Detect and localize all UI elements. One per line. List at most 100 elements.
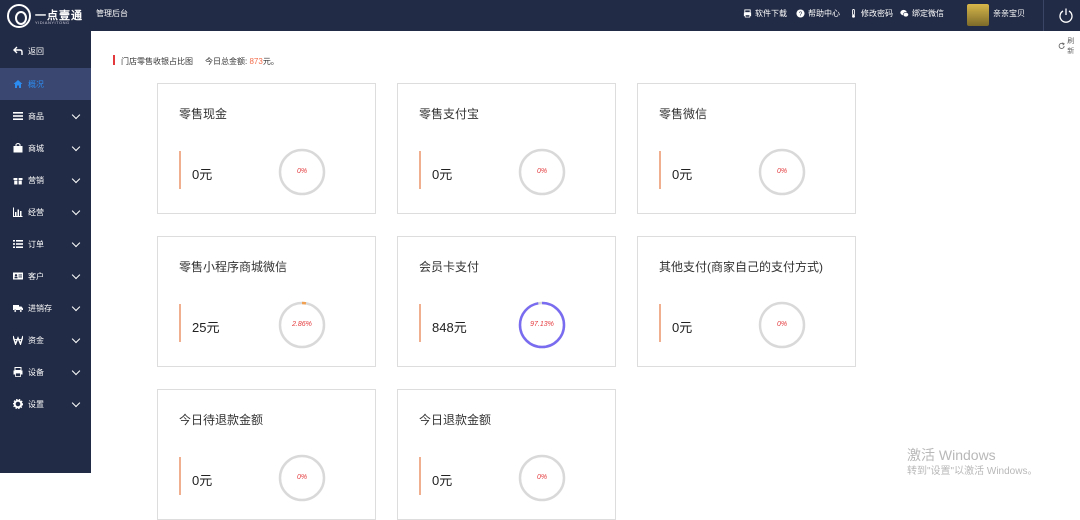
percent-ring: 97.13% [518,301,566,349]
percent-label: 2.86% [292,321,312,328]
refresh-icon [1058,42,1065,49]
sidebar-item-label: 资金 [28,335,44,345]
today-total-value: 873 [249,57,263,66]
today-total-label: 今日总金额: [205,57,250,66]
chevron-down-icon [71,206,81,216]
currency-icon [13,335,23,345]
card-retail-cash: 零售现金 0元 0% [157,83,376,214]
thermometer-icon [852,9,855,18]
card-accent-bar [659,151,661,189]
sidebar-item-operations[interactable]: 经营 [0,196,91,228]
sidebar-item-devices[interactable]: 设备 [0,356,91,388]
chevron-down-icon [71,334,81,344]
bar-chart-icon [13,207,23,217]
bind-wechat-link[interactable]: 绑定微信 [900,8,944,19]
download-software-link[interactable]: 软件下载 [743,8,787,19]
card-pending-refund: 今日待退款金额 0元 0% [157,389,376,520]
list-icon [13,112,23,120]
sidebar-item-mall[interactable]: 商城 [0,132,91,164]
card-accent-bar [179,304,181,342]
percent-label: 0% [536,168,548,175]
chevron-down-icon [71,238,81,248]
refresh-button[interactable]: 刷新 [1058,36,1080,56]
sidebar-item-label: 营销 [28,175,44,185]
chevron-down-icon [71,398,81,408]
change-password-link[interactable]: 修改密码 [849,8,893,19]
card-other-payment: 其他支付(商家自己的支付方式) 0元 0% [637,236,856,367]
percent-ring: 0% [758,148,806,196]
brand-subtitle: YIDIANYITONG [35,20,70,25]
percent-ring: 0% [278,454,326,502]
top-navbar: 一点壹通 YIDIANYITONG 管理后台 软件下载 ? 帮助中心 修改密码 … [0,0,1080,31]
card-accent-bar [419,304,421,342]
home-icon [13,80,23,88]
card-title: 会员卡支付 [419,260,480,274]
header-divider [1043,0,1044,31]
gift-icon [13,178,23,185]
percent-label: 97.13% [530,321,554,328]
help-center-label: 帮助中心 [808,9,840,18]
percent-label: 0% [776,321,788,328]
sidebar-item-label: 经营 [28,207,44,217]
svg-text:?: ? [799,11,803,18]
change-password-label: 修改密码 [861,9,893,18]
percent-label: 0% [296,168,308,175]
card-title: 零售支付宝 [419,107,480,121]
sidebar-item-orders[interactable]: 订单 [0,228,91,260]
sidebar-item-products[interactable]: 商品 [0,100,91,132]
card-retail-alipay: 零售支付宝 0元 0% [397,83,616,214]
username[interactable]: 亲亲宝贝 [993,8,1025,19]
percent-ring: 0% [278,148,326,196]
card-accent-bar [179,457,181,495]
card-amount: 0元 [432,167,453,182]
sidebar-item-label: 进销存 [28,303,52,313]
wechat-icon [900,9,909,18]
card-title: 其他支付(商家自己的支付方式) [659,260,823,274]
help-center-link[interactable]: ? 帮助中心 [796,8,840,19]
sidebar-item-funds[interactable]: 资金 [0,324,91,356]
back-arrow-icon [13,46,23,55]
bag-icon [13,143,23,153]
percent-label: 0% [536,474,548,481]
sidebar-item-inventory[interactable]: 进销存 [0,292,91,324]
card-amount: 0元 [672,167,693,182]
today-total-suffix: 元。 [262,57,279,66]
windows-activation-hint: 转到"设置"以激活 Windows。 [907,466,1038,477]
bind-wechat-label: 绑定微信 [912,9,944,18]
card-title: 零售微信 [659,107,708,121]
power-icon[interactable] [1058,7,1074,23]
card-member-card: 会员卡支付 848元 97.13% [397,236,616,367]
section-title: 门店零售收银占比图 [121,57,193,66]
chevron-down-icon [71,366,81,376]
card-amount: 25元 [192,320,220,335]
today-total: 今日总金额: 873元。 [205,56,279,67]
card-title: 零售小程序商城微信 [179,260,288,274]
sidebar-item-customers[interactable]: 客户 [0,260,91,292]
section-accent-bar [113,55,115,65]
percent-ring: 0% [758,301,806,349]
avatar[interactable] [967,4,989,26]
card-amount: 0元 [192,167,213,182]
percent-ring: 0% [518,454,566,502]
sidebar-item-label: 客户 [28,271,44,281]
card-today-refund: 今日退款金额 0元 0% [397,389,616,520]
percent-label: 0% [776,168,788,175]
chevron-down-icon [71,142,81,152]
printer-icon [743,9,752,18]
sidebar-item-settings[interactable]: 设置 [0,388,91,420]
refresh-label: 刷新 [1067,38,1075,55]
sidebar-item-overview[interactable]: 概况 [0,68,91,100]
sidebar-item-marketing[interactable]: 营销 [0,164,91,196]
logo-icon [7,4,31,28]
admin-title: 管理后台 [96,9,128,18]
help-icon: ? [796,9,805,18]
card-title: 零售现金 [179,107,228,121]
sidebar-item-label: 设备 [28,367,44,377]
percent-label: 0% [296,474,308,481]
card-accent-bar [419,457,421,495]
sidebar-item-back[interactable]: 返回 [0,35,91,67]
download-software-label: 软件下载 [755,9,787,18]
sidebar-item-label: 商品 [28,111,44,121]
card-title: 今日退款金额 [419,413,492,427]
card-accent-bar [419,151,421,189]
